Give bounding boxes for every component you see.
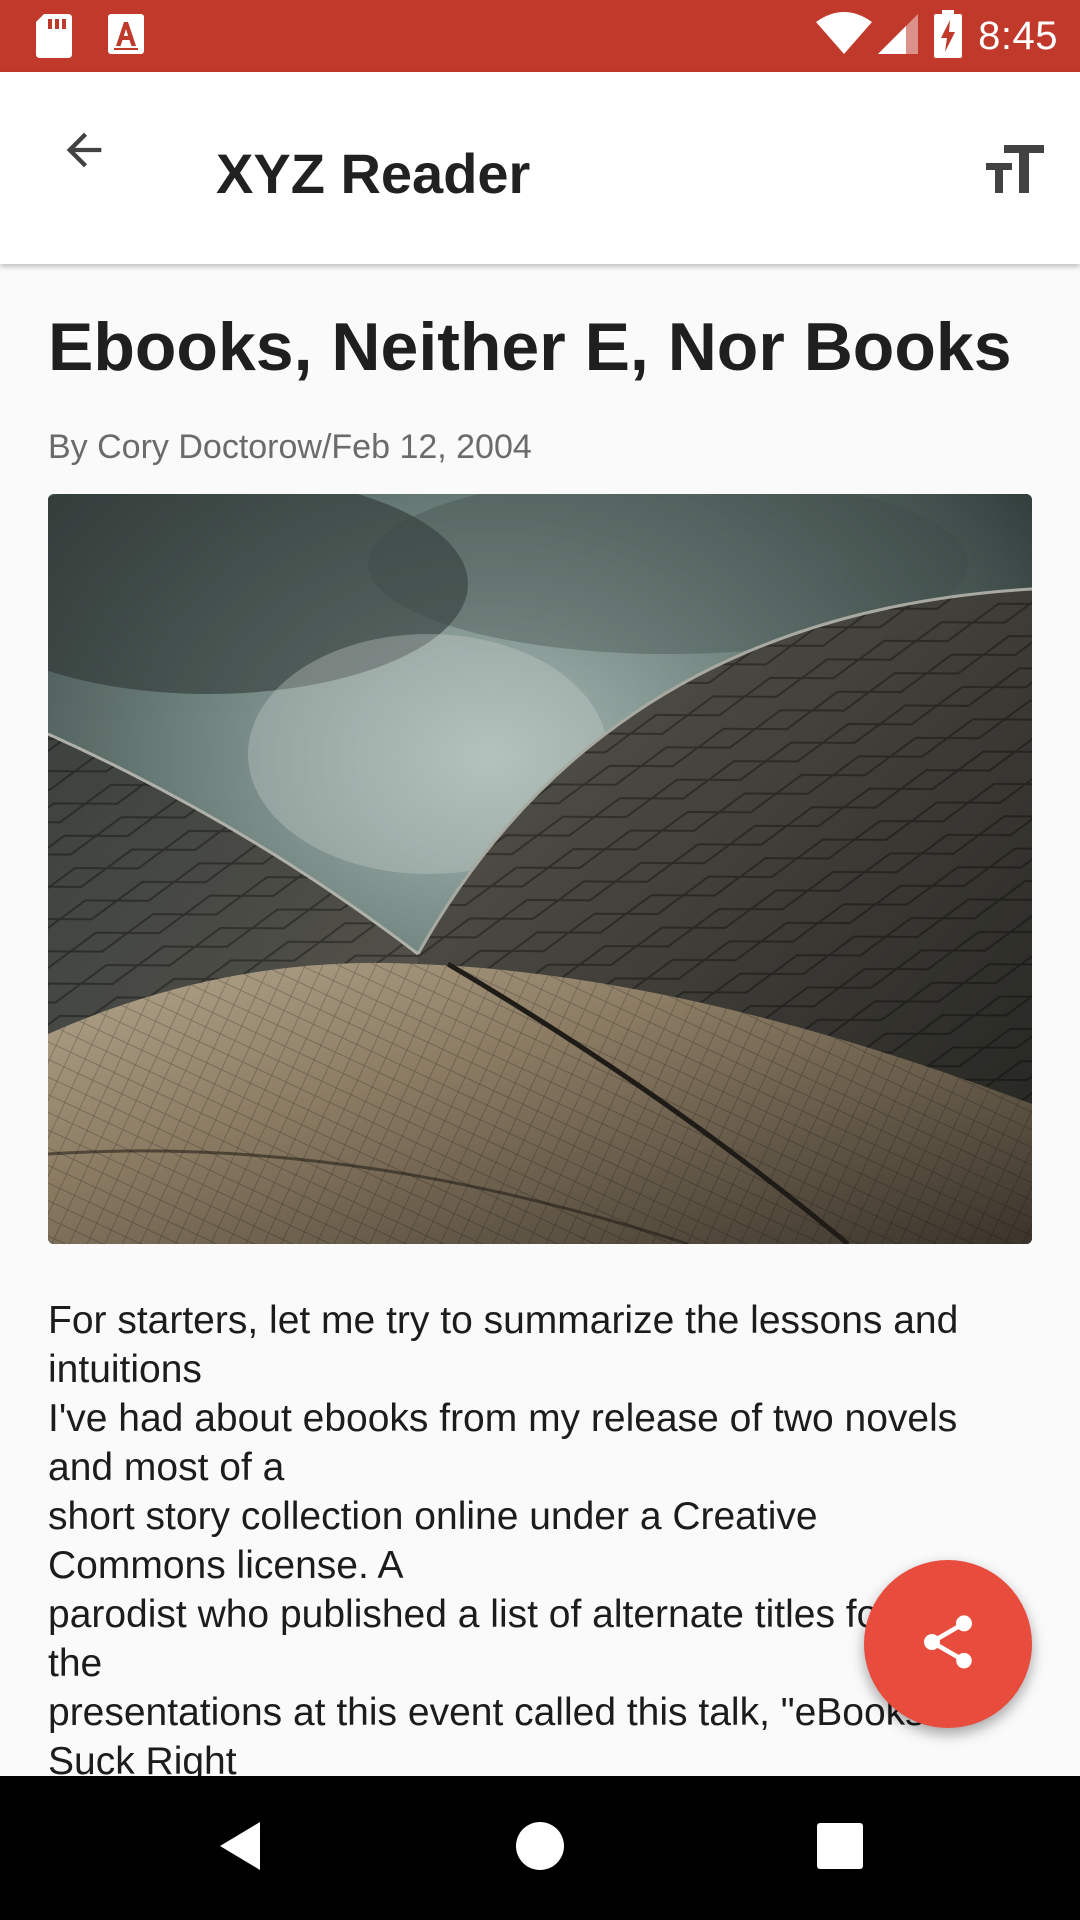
body-line: short story collection online under a Cr… (48, 1495, 818, 1538)
back-button[interactable] (44, 112, 124, 192)
arrow-back-icon (58, 124, 110, 181)
share-icon (916, 1610, 980, 1679)
app-bar: XYZ Reader (0, 72, 1080, 264)
nav-home-icon (515, 1821, 565, 1876)
status-bar: 8:45 (0, 0, 1080, 72)
nav-back-button[interactable] (200, 1808, 280, 1888)
font-a-icon (108, 14, 144, 59)
article-image (48, 494, 1032, 1244)
status-right-group: 8:45 (816, 0, 1058, 72)
body-line: intuitions (48, 1348, 202, 1391)
sd-card-icon (36, 14, 72, 63)
body-line: and most of a (48, 1446, 285, 1489)
nav-back-icon (216, 1820, 264, 1877)
cell-signal-icon (876, 12, 920, 61)
screen: 8:45 XYZ Reader Ebooks, Neither E, Nor B… (0, 0, 1080, 1920)
article-title: Ebooks, Neither E, Nor Books (48, 309, 1012, 385)
article-byline: By Cory Doctorow/Feb 12, 2004 (48, 428, 532, 466)
navigation-bar (0, 1776, 1080, 1920)
app-title: XYZ Reader (216, 142, 531, 205)
text-size-icon (984, 144, 1044, 200)
body-line: Suck Right (48, 1740, 237, 1776)
nav-recents-icon (817, 1822, 863, 1874)
body-line: I've had about ebooks from my release of… (48, 1397, 958, 1440)
text-size-button[interactable] (974, 140, 1054, 204)
article-content[interactable]: Ebooks, Neither E, Nor Books By Cory Doc… (0, 264, 1080, 1776)
battery-charging-icon (934, 9, 963, 63)
nav-home-button[interactable] (500, 1808, 580, 1888)
status-time: 8:45 (978, 13, 1058, 58)
nav-recents-button[interactable] (800, 1808, 880, 1888)
body-line: For starters, let me try to summarize th… (48, 1299, 959, 1342)
wifi-icon (816, 11, 873, 61)
share-button[interactable] (864, 1560, 1032, 1728)
